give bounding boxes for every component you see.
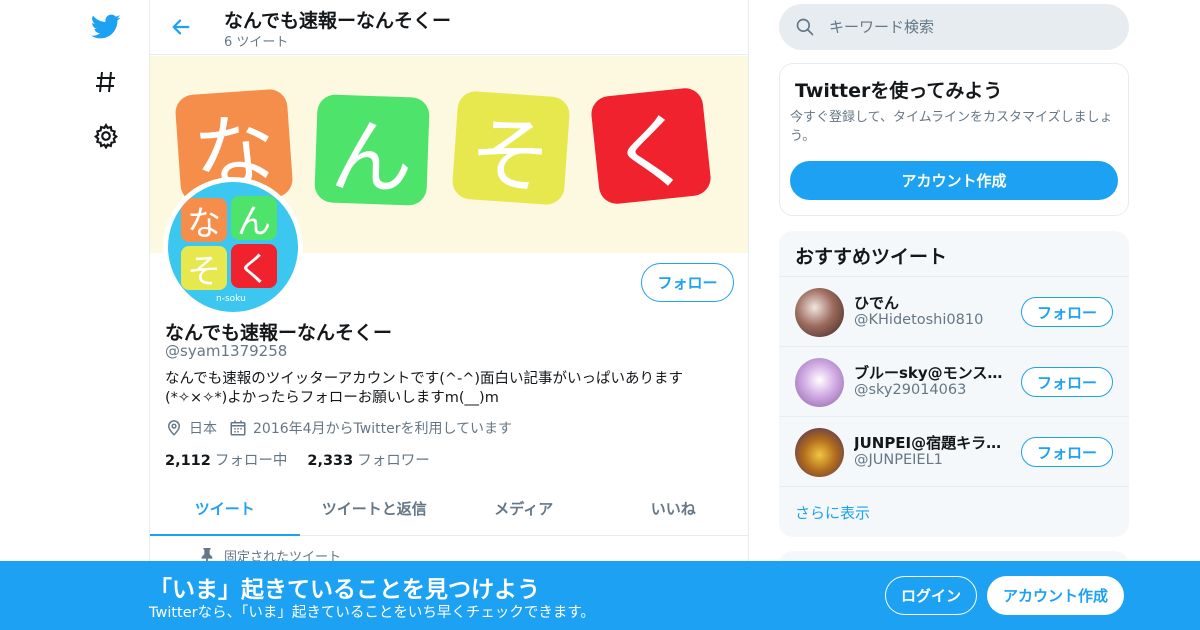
profile-bio: なんでも速報のツイッターアカウントです(^-^)面白い記事がいっぱいあります(*… (165, 371, 684, 406)
follow-counts: 2,112 フォロー中 2,333 フォロワー (165, 449, 450, 470)
avatar[interactable] (795, 428, 844, 477)
bottom-bar-title: 「いま」起きていることを見つけよう (149, 577, 540, 603)
recommended-user[interactable]: ひでん @KHidetoshi0810 フォロー (779, 276, 1129, 346)
follow-button[interactable]: フォロー (1021, 437, 1113, 467)
recommended-title: おすすめツイート (795, 246, 948, 268)
back-arrow-icon[interactable] (168, 14, 194, 40)
followers-label: フォロワー (357, 453, 430, 469)
tab-tweets[interactable]: ツイート (150, 481, 300, 536)
following-count[interactable]: 2,112 フォロー中 (165, 449, 287, 470)
profile-avatar[interactable]: な ん そ く n-soku (163, 177, 303, 317)
follow-button[interactable]: フォロー (641, 263, 734, 302)
recommended-user-name: JUNPEI@宿題キラー… (854, 434, 1014, 452)
location-text: 日本 (189, 421, 217, 437)
following-number: 2,112 (165, 453, 211, 469)
profile-name: なんでも速報ーなんそくー (165, 322, 393, 344)
avatar-image: な ん そ く n-soku (168, 182, 298, 312)
avatar[interactable] (795, 288, 844, 337)
follow-button[interactable]: フォロー (1021, 297, 1113, 327)
location: 日本 (165, 418, 217, 438)
profile-column: なんでも速報ーなんそくー 6 ツイート な ん そ く な ん そ く n-so… (149, 0, 749, 630)
bottom-bar-subtitle: Twitterなら、「いま」起きていることをいち早くチェックできます。 (149, 605, 595, 621)
follow-button[interactable]: フォロー (1021, 367, 1113, 397)
tweet-count: 6 ツイート (224, 35, 289, 50)
profile-handle: @syam1379258 (165, 342, 288, 360)
followers-number: 2,333 (307, 453, 354, 469)
profile-header: なんでも速報ーなんそくー 6 ツイート (150, 0, 748, 55)
search-input[interactable] (829, 4, 1109, 50)
join-date-text: 2016年4月からTwitterを利用しています (253, 421, 513, 437)
recommended-user-handle: @JUNPEIEL1 (854, 452, 943, 468)
recommended-user-name: ブルーsky@モンスト… (854, 364, 1014, 382)
avatar-tile: な (181, 198, 227, 244)
bottom-create-account-button[interactable]: アカウント作成 (987, 576, 1124, 615)
recommended-panel: おすすめツイート ひでん @KHidetoshi0810 フォロー ブルーsky… (779, 231, 1129, 537)
banner-tile: ん (314, 94, 430, 207)
recommended-user[interactable]: JUNPEI@宿題キラー… @JUNPEIEL1 フォロー (779, 416, 1129, 486)
recommended-user-handle: @KHidetoshi0810 (854, 312, 984, 328)
twitter-logo-icon[interactable] (88, 9, 124, 45)
profile-tabs: ツイート ツイートと返信 メディア いいね (150, 481, 748, 536)
tab-tweets-and-replies[interactable]: ツイートと返信 (300, 481, 450, 535)
location-pin-icon (167, 420, 181, 436)
avatar-tile: そ (181, 246, 227, 292)
banner-tile: く (589, 86, 713, 206)
profile-meta: 日本 2016年4月からTwitterを利用しています (165, 418, 524, 438)
avatar-tile: ん (231, 196, 277, 242)
search-box[interactable] (779, 4, 1129, 50)
gear-icon[interactable] (88, 118, 124, 154)
recommended-user-name: ひでん (854, 294, 900, 312)
avatar-caption: n-soku (216, 294, 246, 304)
show-more-link[interactable]: さらに表示 (779, 486, 1129, 537)
banner-tile: そ (451, 90, 571, 206)
signup-card: Twitterを使ってみよう 今すぐ登録して、タイムラインをカスタマイズしましょ… (779, 63, 1129, 216)
create-account-button[interactable]: アカウント作成 (790, 161, 1118, 200)
calendar-icon (230, 420, 246, 436)
left-nav (80, 0, 130, 630)
signup-card-text: 今すぐ登録して、タイムラインをカスタマイズしましょう。 (790, 110, 1113, 144)
avatar[interactable] (795, 358, 844, 407)
join-date: 2016年4月からTwitterを利用しています (229, 418, 512, 438)
right-sidebar: Twitterを使ってみよう 今すぐ登録して、タイムラインをカスタマイズしましょ… (779, 0, 1129, 630)
tab-media[interactable]: メディア (449, 481, 599, 535)
signup-bottom-bar: 「いま」起きていることを見つけよう Twitterなら、「いま」起きていることを… (0, 561, 1200, 630)
recommended-user[interactable]: ブルーsky@モンスト… @sky29014063 フォロー (779, 346, 1129, 416)
followers-count[interactable]: 2,333 フォロワー (307, 449, 429, 470)
tab-likes[interactable]: いいね (599, 481, 749, 535)
hashtag-icon[interactable] (88, 64, 124, 100)
search-icon (796, 18, 814, 36)
signup-card-title: Twitterを使ってみよう (795, 80, 1003, 102)
avatar-tile: く (231, 244, 277, 290)
login-button[interactable]: ログイン (885, 576, 977, 615)
recommended-user-handle: @sky29014063 (854, 382, 967, 398)
following-label: フォロー中 (214, 453, 288, 469)
header-title: なんでも速報ーなんそくー (224, 10, 452, 32)
